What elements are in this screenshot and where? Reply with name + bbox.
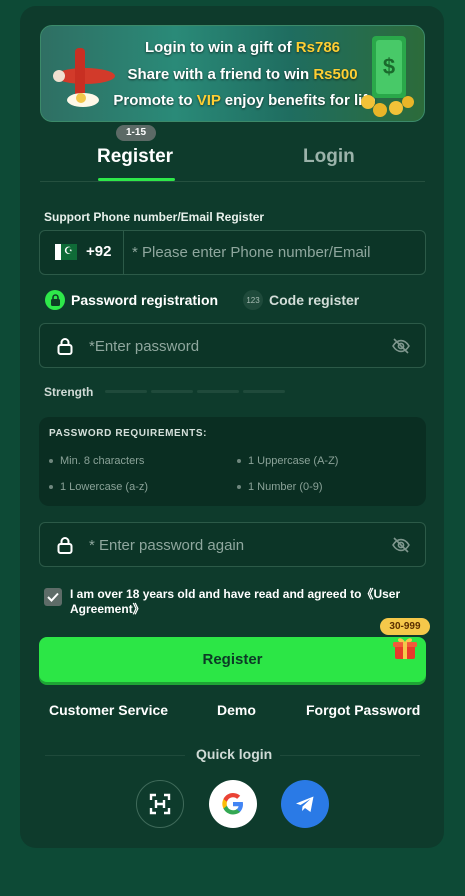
scan-login-button[interactable] [136,780,184,828]
confirm-password-input[interactable] [89,534,379,556]
confirm-password-field [39,522,426,567]
tab-divider [40,181,425,182]
telegram-login-button[interactable] [281,780,329,828]
support-label: Support Phone number/Email Register [44,210,265,224]
pakistan-flag-icon: ☪ [55,244,77,260]
banner-line-2: Share with a friend to win Rs500 [127,66,358,83]
register-button[interactable]: Register [39,637,426,682]
password-field [39,323,426,368]
demo-link[interactable]: Demo [217,702,256,718]
lock-icon [57,537,73,554]
agreement-checkbox[interactable] [44,588,62,606]
requirement-lowercase: 1 Lowercase (a-z) [49,481,148,493]
eye-hidden-icon[interactable] [391,535,411,555]
code-register-label: Code register [269,292,360,308]
gift-amount-badge: 30-999 [380,618,430,635]
strength-bar [105,390,147,393]
checkmark-icon [47,592,59,602]
banner-line-1: Login to win a gift of Rs786 [144,39,340,56]
promo-banner[interactable]: Login to win a gift of Rs786 Share with … [40,25,425,122]
eye-hidden-icon[interactable] [391,336,411,356]
age-badge: 1-15 [116,125,156,141]
tab-login[interactable]: Login [303,146,355,168]
strength-bar [151,390,193,393]
lock-icon [57,338,73,355]
forgot-password-link[interactable]: Forgot Password [306,702,420,718]
password-registration-label: Password registration [71,292,219,308]
password-requirements: PASSWORD REQUIREMENTS: Min. 8 characters… [39,417,426,506]
strength-meter [105,390,285,393]
requirement-min-length: Min. 8 characters [49,455,144,467]
field-separator [123,231,124,274]
svg-text:$: $ [383,54,395,79]
lock-badge-icon [45,290,65,310]
tab-register[interactable]: Register [97,146,173,168]
password-input[interactable] [89,335,379,357]
quick-login-divider [45,755,185,756]
scan-icon [149,793,171,815]
gift-icon [393,638,417,659]
number-code-icon: 123 [243,290,263,310]
quick-login-divider [280,755,420,756]
requirement-number: 1 Number (0-9) [237,481,323,493]
code-register-option[interactable]: 123 Code register [243,290,359,310]
google-icon [222,793,243,815]
country-code-selector[interactable]: +92 [86,243,111,260]
banner-line-3: Promote to VIP enjoy benefits for life [113,92,376,109]
google-login-button[interactable] [209,780,257,828]
customer-service-link[interactable]: Customer Service [49,702,168,718]
requirement-uppercase: 1 Uppercase (A-Z) [237,455,338,467]
password-registration-option[interactable]: Password registration [45,290,218,310]
requirements-title: PASSWORD REQUIREMENTS: [49,428,208,439]
strength-bar [243,390,285,393]
quick-login-label: Quick login [196,746,273,762]
phone-email-input[interactable] [132,241,412,263]
phone-field: ☪ +92 [39,230,426,275]
strength-label: Strength [44,385,94,399]
agreement-text[interactable]: I am over 18 years old and have read and… [70,587,420,617]
money-stack-icon: $ [361,36,414,117]
strength-bar [197,390,239,393]
telegram-icon [296,796,314,812]
